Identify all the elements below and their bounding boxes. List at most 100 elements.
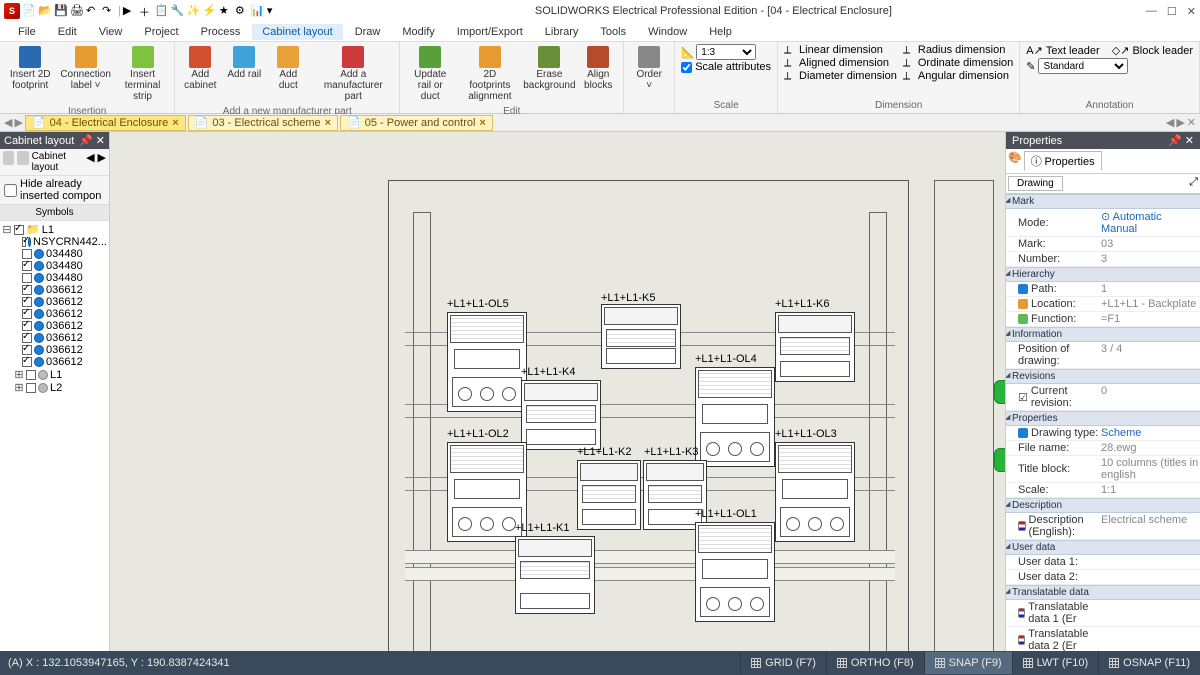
menu-modify[interactable]: Modify [392, 24, 444, 40]
ribbon-button[interactable]: Connection label ˅ [60, 44, 110, 93]
pin-icon[interactable]: 📌 [1168, 135, 1182, 147]
chart-icon[interactable]: 📊 [251, 4, 265, 18]
menu-draw[interactable]: Draw [345, 24, 391, 40]
property-section-header[interactable]: Hierarchy [1006, 267, 1200, 282]
menu-cabinet-layout[interactable]: Cabinet layout [252, 24, 342, 40]
property-row[interactable]: Scale:1:1 [1006, 483, 1200, 498]
doc-tab[interactable]: 📄05 - Power and control× [340, 115, 493, 131]
dimension-button[interactable]: Radius dimension [918, 44, 1005, 56]
property-row[interactable]: Translatable data 1 (Er [1006, 600, 1200, 627]
status-toggle[interactable]: OSNAP (F11) [1098, 652, 1200, 674]
tree-row[interactable]: 034480 [2, 248, 107, 260]
doc-tab[interactable]: 📄04 - Electrical Enclosure× [25, 115, 186, 131]
copy-icon[interactable]: 📋 [155, 4, 169, 18]
save-icon[interactable]: 💾 [54, 4, 68, 18]
scale-attributes-checkbox[interactable] [681, 62, 692, 73]
property-row[interactable]: ☑Current revision:0 [1006, 384, 1200, 411]
menu-process[interactable]: Process [191, 24, 251, 40]
property-row[interactable]: Number:3 [1006, 252, 1200, 267]
properties-tab[interactable]: ⓘ Properties [1024, 151, 1102, 171]
tab-close-icon[interactable]: ✕ [1187, 116, 1196, 129]
tree-toggle-icon[interactable]: ⊞ [14, 368, 24, 381]
property-section-header[interactable]: Description [1006, 498, 1200, 513]
tree-checkbox[interactable] [22, 285, 32, 295]
tree-toggle-icon[interactable]: ⊟ [2, 223, 12, 236]
nav-left-icon[interactable]: ◀ [86, 151, 94, 173]
dimension-button[interactable]: Aligned dimension [799, 57, 889, 69]
tree-checkbox[interactable] [22, 309, 32, 319]
property-row[interactable]: File name:28.ewg [1006, 441, 1200, 456]
tab-scroll-left-icon[interactable]: ◀ [1166, 116, 1174, 129]
menu-edit[interactable]: Edit [48, 24, 87, 40]
dimension-button[interactable]: Angular dimension [918, 70, 1009, 82]
dropdown-icon[interactable]: ▾ [267, 4, 281, 18]
property-row[interactable]: Position of drawing:3 / 4 [1006, 342, 1200, 369]
tree-row[interactable]: ⊞L2 [2, 381, 107, 394]
tree-checkbox[interactable] [22, 333, 32, 343]
print-icon[interactable]: 🖨 [70, 4, 84, 18]
tree-checkbox[interactable] [22, 261, 32, 271]
property-section-header[interactable]: Information [1006, 327, 1200, 342]
block-leader-button[interactable]: Block leader [1132, 45, 1193, 57]
property-row[interactable]: Function:=F1 [1006, 312, 1200, 327]
undo-icon[interactable]: ↶ [86, 4, 100, 18]
component-K4[interactable] [521, 380, 601, 450]
plus-icon[interactable]: ＋ [139, 4, 153, 18]
maximize-button[interactable]: ☐ [1167, 5, 1177, 18]
standard-select[interactable]: Standard [1038, 58, 1128, 74]
tree-row[interactable]: ⊞L1 [2, 368, 107, 381]
tab-next-icon[interactable]: ▶ [14, 116, 22, 129]
tab-scroll-right-icon[interactable]: ▶ [1176, 116, 1184, 129]
tree-row[interactable]: 036612 [2, 332, 107, 344]
tree-row[interactable]: 036612 [2, 344, 107, 356]
status-toggle[interactable]: SNAP (F9) [924, 652, 1012, 674]
gear-icon[interactable]: ⚙ [235, 4, 249, 18]
hide-inserted-checkbox[interactable] [4, 184, 17, 197]
ribbon-button[interactable]: Add cabinet [181, 44, 219, 93]
ribbon-button[interactable]: Insert 2D footprint [6, 44, 54, 93]
property-section-header[interactable]: Translatable data [1006, 585, 1200, 600]
tab-close-icon[interactable]: × [325, 117, 331, 129]
property-row[interactable]: User data 1: [1006, 555, 1200, 570]
dimension-button[interactable]: Linear dimension [799, 44, 883, 56]
tree-checkbox[interactable] [26, 383, 36, 393]
ribbon-button[interactable]: Update rail or duct [406, 44, 454, 104]
minimize-button[interactable]: — [1146, 5, 1157, 17]
property-row[interactable]: Location:+L1+L1 - Backplate [1006, 297, 1200, 312]
tree-row[interactable]: 036612 [2, 284, 107, 296]
tree-checkbox[interactable] [22, 357, 32, 367]
tab-prev-icon[interactable]: ◀ [4, 116, 12, 129]
view-icon[interactable] [17, 151, 28, 165]
property-row[interactable]: Mode:⊙ Automatic Manual [1006, 209, 1200, 237]
green-handle-1[interactable] [994, 380, 1005, 404]
status-toggle[interactable]: GRID (F7) [740, 652, 826, 674]
property-row[interactable]: User data 2: [1006, 570, 1200, 585]
component-K2[interactable] [577, 460, 641, 530]
property-row[interactable]: Mark:03 [1006, 237, 1200, 252]
ribbon-button[interactable]: 2D footprints alignment [460, 44, 519, 104]
nav-right-icon[interactable]: ▶ [98, 151, 106, 173]
new-icon[interactable]: 📄 [22, 4, 36, 18]
menu-tools[interactable]: Tools [590, 24, 636, 40]
tree-checkbox[interactable] [22, 297, 32, 307]
green-handle-2[interactable] [994, 448, 1005, 472]
scale-ratio-select[interactable]: 1:3 [696, 44, 756, 60]
text-leader-button[interactable]: Text leader [1046, 45, 1100, 57]
tree-row[interactable]: 036612 [2, 296, 107, 308]
tree-row[interactable]: 036612 [2, 320, 107, 332]
drawing-canvas[interactable]: +L1+L1-OL5+L1+L1-K5+L1+L1-K6+L1+L1-K4+L1… [110, 132, 1005, 651]
menu-library[interactable]: Library [535, 24, 589, 40]
tree-row[interactable]: NSYCRN442... [2, 236, 107, 248]
tree-row[interactable]: 036612 [2, 356, 107, 368]
bolt-icon[interactable]: ⚡ [203, 4, 217, 18]
dimension-button[interactable]: Diameter dimension [799, 70, 897, 82]
menu-window[interactable]: Window [638, 24, 697, 40]
property-section-header[interactable]: Revisions [1006, 369, 1200, 384]
menu-help[interactable]: Help [699, 24, 742, 40]
status-toggle[interactable]: ORTHO (F8) [826, 652, 924, 674]
redo-icon[interactable]: ↷ [102, 4, 116, 18]
component-OL3[interactable] [775, 442, 855, 542]
property-section-header[interactable]: Mark [1006, 194, 1200, 209]
wrench-icon[interactable]: 🔧 [171, 4, 185, 18]
status-toggle[interactable]: LWT (F10) [1012, 652, 1099, 674]
